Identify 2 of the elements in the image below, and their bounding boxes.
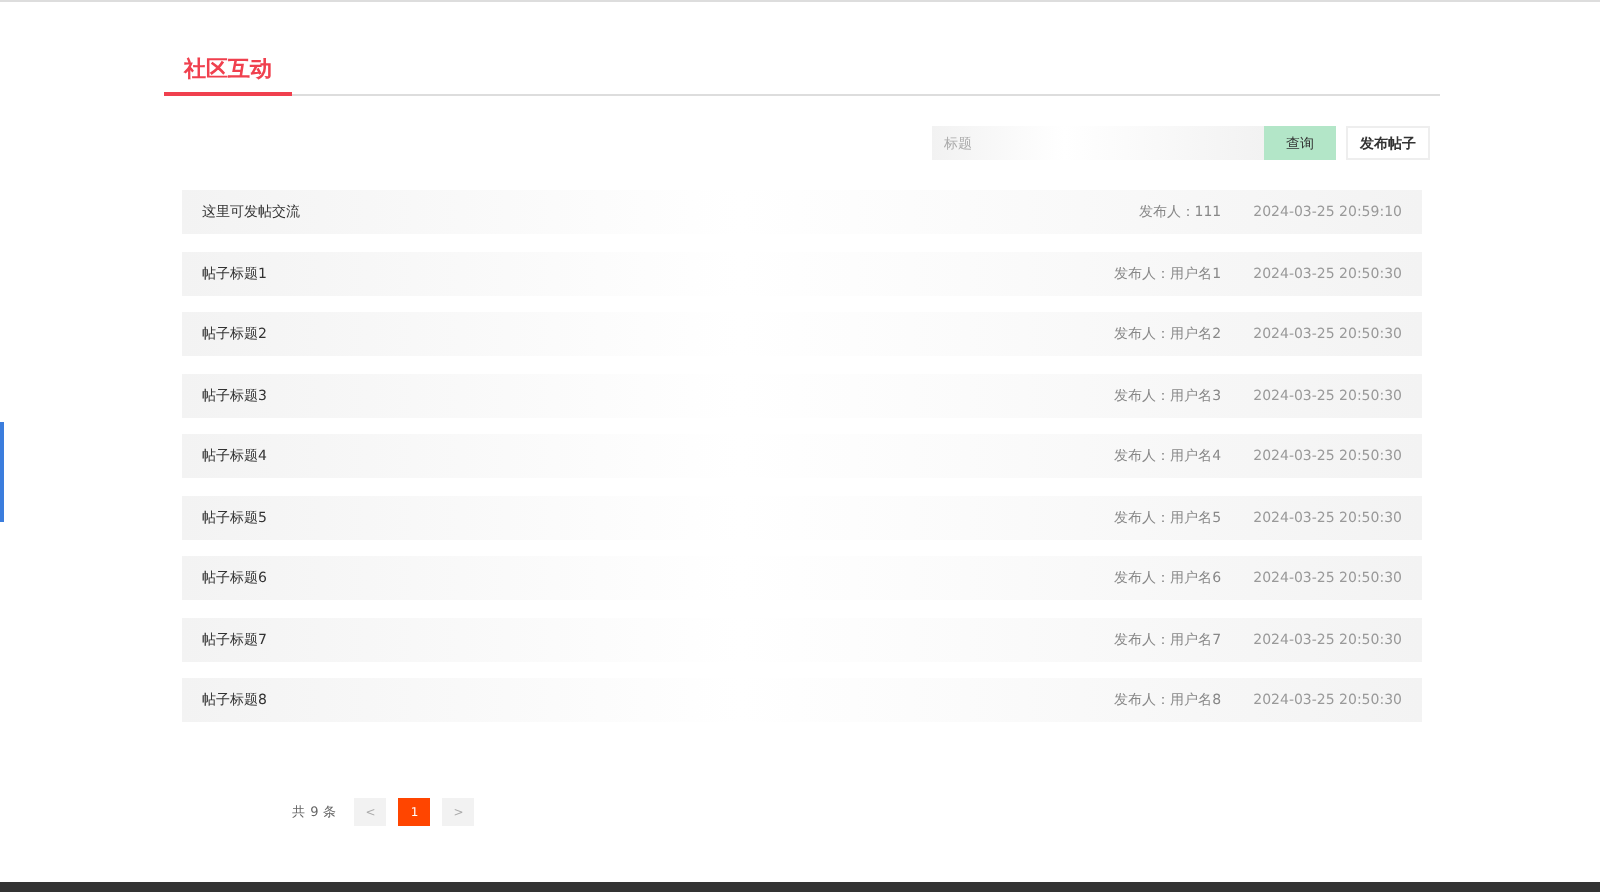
section-tab[interactable]: 社区互动 bbox=[164, 46, 292, 96]
side-accent-bar bbox=[0, 422, 4, 522]
